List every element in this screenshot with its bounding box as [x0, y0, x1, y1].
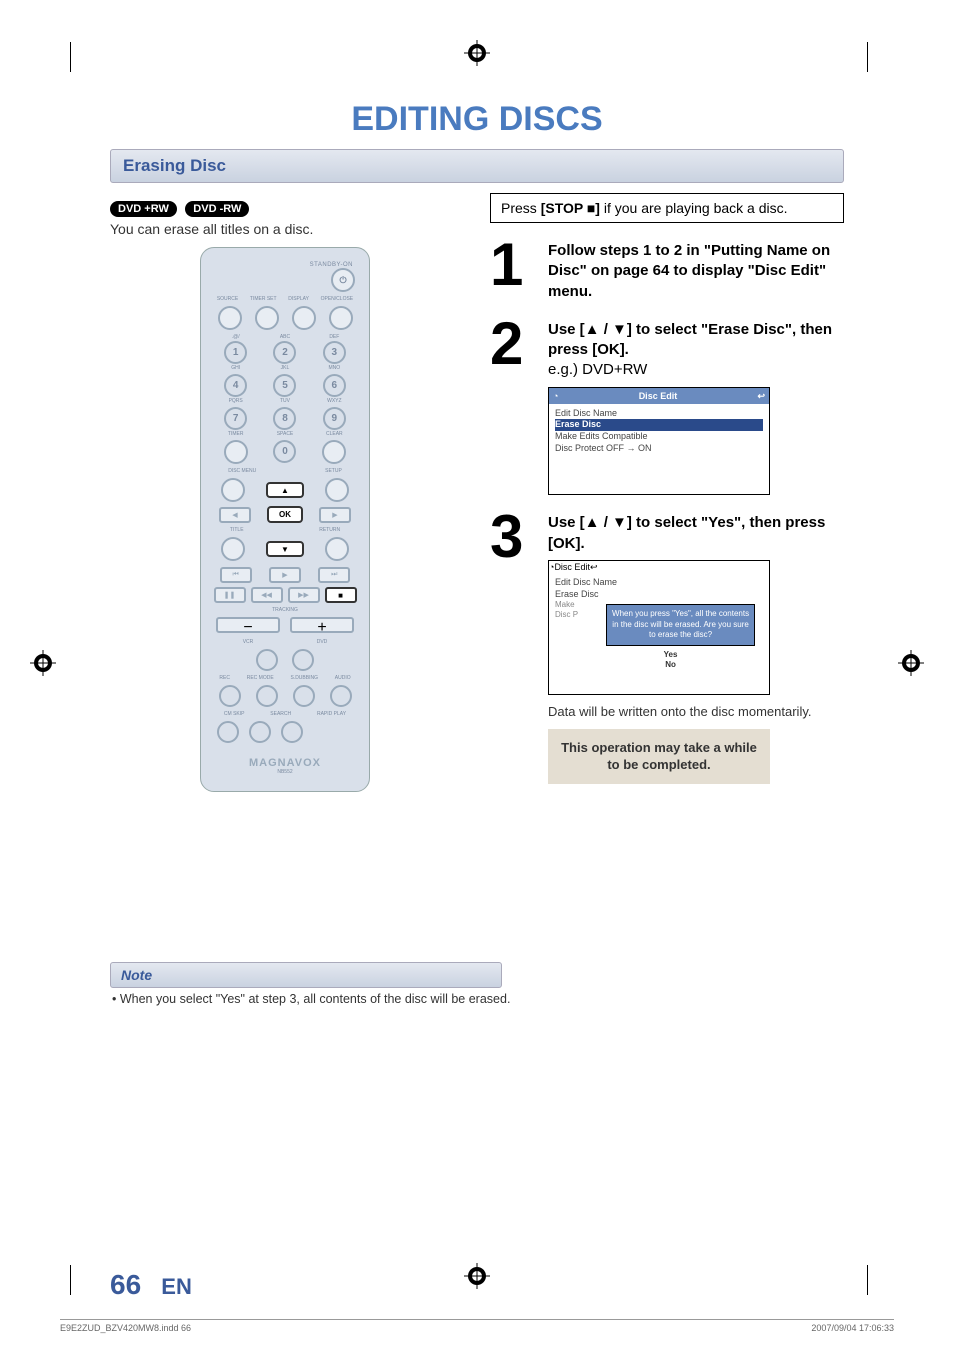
num-9: 9 [323, 407, 346, 430]
data-written-note: Data will be written onto the disc momen… [548, 703, 844, 721]
crop-mark [867, 42, 868, 72]
tracking-plus: + [290, 617, 354, 633]
standby-button: ⏻ [331, 268, 355, 292]
menu-item: Disc Protect OFF → ON [555, 443, 763, 455]
disc-icon: ◔ [553, 390, 558, 402]
crop-mark [70, 42, 71, 72]
return-button [325, 537, 349, 561]
intro-text: You can erase all titles on a disc. [110, 221, 460, 237]
skip-fwd-button: ⏭ [318, 567, 350, 583]
pause-button: ❚❚ [214, 587, 246, 603]
dvd-button [292, 649, 314, 671]
down-arrow-button: ▼ [266, 541, 304, 557]
erase-confirm-dialog: ◔Disc Edit↩ Edit Disc Name Erase Disc Ma… [548, 560, 770, 695]
press-stop-note: Press [STOP ■] if you are playing back a… [490, 193, 844, 223]
stop-button: ■ [325, 587, 357, 603]
ok-button: OK [267, 506, 303, 523]
title-button [221, 537, 245, 561]
num-6: 6 [323, 374, 346, 397]
crop-mark [867, 1265, 868, 1295]
confirm-message: When you press "Yes", all the contents i… [606, 604, 755, 645]
note-text: • When you select "Yes" at step 3, all c… [110, 992, 512, 1006]
operation-duration-note: This operation may take a while to be co… [548, 729, 770, 784]
step-2-number: 2 [490, 320, 538, 496]
menu-item: Edit Disc Name [555, 408, 763, 420]
return-icon: ↩ [757, 390, 765, 402]
model-label: NB552 [211, 769, 359, 775]
step-2-subtext: e.g.) DVD+RW [548, 361, 647, 378]
setup-button [325, 478, 349, 502]
menu-item: Make Edits Compatible [555, 431, 763, 443]
rapid-button [281, 721, 303, 743]
register-mark-icon [464, 40, 490, 66]
sdub-button [293, 685, 315, 707]
cmskip-button [217, 721, 239, 743]
print-date: 2007/09/04 17:06:33 [811, 1323, 894, 1333]
remote-illustration: STANDBY-ON ⏻ SOURCE TIMER SET DISPLAY OP… [200, 247, 370, 792]
register-mark-icon [464, 1263, 490, 1289]
page-title: EDITING DISCS [60, 100, 894, 139]
yes-option: Yes [656, 650, 686, 660]
rew-button: ◀◀ [251, 587, 283, 603]
display-button [292, 306, 316, 330]
discmenu-button [221, 478, 245, 502]
dvd-plus-rw-badge: DVD +RW [110, 201, 177, 217]
num-1: 1 [224, 341, 247, 364]
skip-back-button: ⏮ [220, 567, 252, 583]
step-2-text: Use [▲ / ▼] to select "Erase Disc", then… [548, 321, 832, 358]
timerset-button [255, 306, 279, 330]
brand-label: MAGNAVOX [211, 757, 359, 769]
num-7: 7 [224, 407, 247, 430]
num-2: 2 [273, 341, 296, 364]
num-5: 5 [273, 374, 296, 397]
note-heading: Note [110, 962, 502, 988]
num-4: 4 [224, 374, 247, 397]
ff-button: ▶▶ [288, 587, 320, 603]
open-close-button [329, 306, 353, 330]
menu-item-selected: Erase Disc [555, 419, 763, 431]
page-language: EN [161, 1274, 192, 1299]
no-option: No [665, 660, 676, 669]
step-1-number: 1 [490, 241, 538, 302]
section-heading: Erasing Disc [110, 149, 844, 183]
num-8: 8 [273, 407, 296, 430]
rec-button [219, 685, 241, 707]
step-1-text: Follow steps 1 to 2 in "Putting Name on … [548, 242, 830, 300]
audio-button [330, 685, 352, 707]
format-badges: DVD +RW DVD -RW [110, 199, 460, 217]
up-arrow-button: ▲ [266, 482, 304, 498]
disc-edit-menu: ◔Disc Edit↩ Edit Disc Name Erase Disc Ma… [548, 387, 770, 496]
left-arrow-button: ◀ [219, 507, 251, 523]
step-3-text: Use [▲ / ▼] to select "Yes", then press … [548, 514, 825, 551]
register-mark-icon [30, 650, 56, 676]
recmode-button [256, 685, 278, 707]
num-3: 3 [323, 341, 346, 364]
page-footer: 66 EN [110, 1269, 192, 1301]
tracking-minus: − [216, 617, 280, 633]
crop-mark [70, 1265, 71, 1295]
search-button [249, 721, 271, 743]
dvd-minus-rw-badge: DVD -RW [185, 201, 249, 217]
source-button [218, 306, 242, 330]
print-line: E9E2ZUD_BZV420MW8.indd 66 2007/09/04 17:… [60, 1319, 894, 1333]
play-button: ▶ [269, 567, 301, 583]
register-mark-icon [898, 650, 924, 676]
clear-button [322, 440, 346, 464]
page-number: 66 [110, 1269, 141, 1300]
vcr-button [256, 649, 278, 671]
timer-button [224, 440, 248, 464]
print-file: E9E2ZUD_BZV420MW8.indd 66 [60, 1323, 191, 1333]
step-3-number: 3 [490, 513, 538, 784]
return-icon: ↩ [590, 562, 598, 572]
right-arrow-button: ▶ [319, 507, 351, 523]
num-0: 0 [273, 440, 296, 463]
